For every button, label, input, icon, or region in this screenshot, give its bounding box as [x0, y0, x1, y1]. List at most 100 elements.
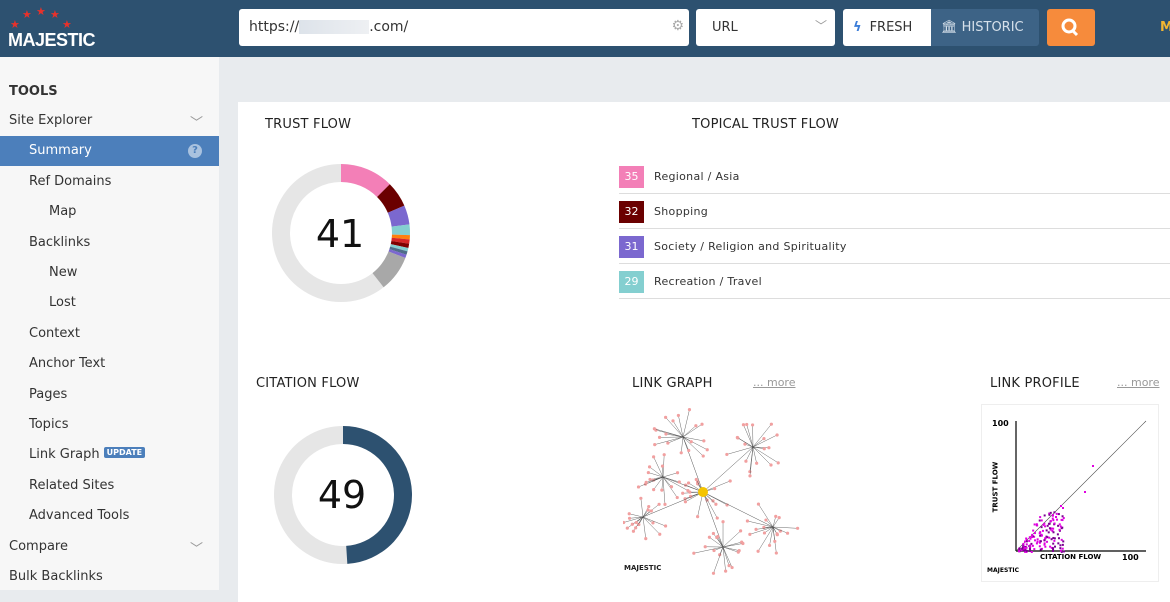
sidebar-item-summary[interactable]: Summary?: [0, 136, 219, 166]
graph-node: [661, 465, 664, 468]
trust-flow-segment: [378, 255, 397, 280]
graph-node: [696, 515, 699, 518]
scatter-point: [1052, 519, 1054, 521]
graph-edge: [723, 547, 738, 552]
sidebar-item-ref-domains[interactable]: Ref Domains: [0, 167, 219, 197]
graph-edge: [643, 507, 649, 517]
graph-node: [647, 508, 650, 511]
graph-node: [648, 478, 651, 481]
scatter-point: [1052, 547, 1054, 549]
topical-row[interactable]: 32Shopping: [619, 194, 1170, 229]
link-profile-chart[interactable]: 100 100 CITATION FLOW TRUST FLOW MAJESTI…: [981, 404, 1159, 582]
search-type-value: URL: [712, 20, 738, 35]
svg-text:★: ★: [22, 8, 32, 21]
sidebar: TOOLS Site Explorer﹀Summary?Ref DomainsM…: [0, 57, 219, 590]
historic-index-button[interactable]: 🏛 HISTORIC: [931, 9, 1039, 46]
sidebar-item-lost[interactable]: Lost: [0, 288, 219, 318]
link-profile-more-link[interactable]: ... more: [1117, 376, 1159, 389]
gear-icon[interactable]: ⚙: [671, 18, 684, 34]
graph-node: [676, 496, 679, 499]
scatter-point: [1036, 542, 1038, 544]
user-menu[interactable]: M: [1160, 20, 1170, 35]
sidebar-item-label: Backlinks: [29, 235, 90, 250]
summary-card: TRUST FLOW 41 TOPICAL TRUST FLOW 35Regio…: [238, 102, 1170, 602]
graph-node: [716, 535, 719, 538]
graph-node: [687, 481, 690, 484]
sidebar-item-anchor-text[interactable]: Anchor Text: [0, 349, 219, 379]
topical-row[interactable]: 35Regional / Asia: [619, 159, 1170, 194]
graph-node: [626, 527, 629, 530]
sidebar-item-bulk-backlinks[interactable]: Bulk Backlinks: [0, 562, 219, 592]
graph-node: [776, 532, 779, 535]
sidebar-item-advanced-tools[interactable]: Advanced Tools: [0, 501, 219, 531]
scatter-point: [1052, 550, 1054, 552]
scatter-point: [1039, 535, 1041, 537]
link-graph-more-link[interactable]: ... more: [753, 376, 795, 389]
link-graph-title: LINK GRAPH: [632, 376, 713, 391]
scatter-point: [1044, 546, 1046, 548]
sidebar-item-new[interactable]: New: [0, 258, 219, 288]
graph-node: [653, 427, 656, 430]
chevron-down-icon[interactable]: ﹀: [190, 112, 203, 131]
graph-edge: [750, 447, 753, 476]
graph-node: [653, 443, 656, 446]
graph-node: [644, 537, 647, 540]
graph-node: [700, 423, 703, 426]
sidebar-item-link-graph[interactable]: Link GraphUPDATE: [0, 440, 219, 470]
majestic-logo[interactable]: ★★★★★ MAJESTIC: [8, 6, 98, 51]
graph-edge: [643, 492, 703, 517]
fresh-index-button[interactable]: ϟFRESH: [843, 9, 931, 46]
scatter-point: [1034, 532, 1036, 534]
url-input[interactable]: https://.com/⚙: [239, 9, 689, 46]
sidebar-item-compare[interactable]: Compare﹀: [0, 532, 219, 562]
graph-edge: [643, 517, 666, 526]
topical-row[interactable]: 29Recreation / Travel: [619, 264, 1170, 299]
scatter-point: [1059, 529, 1061, 531]
scatter-point: [1062, 515, 1064, 517]
scatter-point: [1026, 550, 1028, 552]
scatter-point: [1046, 529, 1048, 531]
graph-node: [751, 423, 754, 426]
scatter-point: [1053, 511, 1055, 513]
graph-node: [680, 451, 683, 454]
sidebar-item-topics[interactable]: Topics: [0, 410, 219, 440]
search-type-select[interactable]: URL﹀: [696, 9, 835, 46]
help-icon[interactable]: ?: [188, 144, 202, 158]
link-graph-image[interactable]: [623, 407, 813, 577]
sidebar-item-map[interactable]: Map: [0, 197, 219, 227]
sidebar-item-label: Topics: [29, 417, 68, 432]
graph-node: [647, 471, 650, 474]
scatter-point: [1044, 539, 1046, 541]
graph-edge: [650, 467, 663, 477]
graph-node: [645, 481, 648, 484]
scatter-point: [1055, 516, 1057, 518]
scatter-point: [1046, 536, 1048, 538]
graph-edge: [753, 424, 771, 447]
scatter-point: [1092, 465, 1094, 467]
scatter-point: [1024, 541, 1026, 543]
graph-edge: [773, 527, 798, 528]
topical-row[interactable]: 31Society / Religion and Spirituality: [619, 229, 1170, 264]
citation-flow-value: 49: [272, 473, 412, 517]
sidebar-item-site-explorer[interactable]: Site Explorer﹀: [0, 106, 219, 136]
scatter-point: [1062, 540, 1064, 542]
graph-edge: [683, 437, 689, 451]
sidebar-item-related-sites[interactable]: Related Sites: [0, 471, 219, 501]
logo-text: MAJESTIC: [8, 30, 95, 51]
scatter-point: [1061, 519, 1063, 521]
sidebar-item-pages[interactable]: Pages: [0, 380, 219, 410]
chevron-down-icon[interactable]: ﹀: [190, 538, 203, 557]
scatter-point: [1062, 548, 1064, 550]
graph-node: [686, 489, 689, 492]
scatter-point: [1058, 537, 1060, 539]
sidebar-item-context[interactable]: Context: [0, 319, 219, 349]
graph-node: [724, 570, 727, 573]
scatter-point: [1021, 548, 1023, 550]
search-button[interactable]: [1047, 9, 1095, 46]
tools-heading: TOOLS: [9, 84, 58, 99]
scatter-point: [1018, 550, 1020, 552]
graph-node: [632, 530, 635, 533]
sidebar-item-backlinks[interactable]: Backlinks: [0, 228, 219, 258]
graph-node: [745, 423, 748, 426]
graph-edge: [694, 547, 723, 553]
